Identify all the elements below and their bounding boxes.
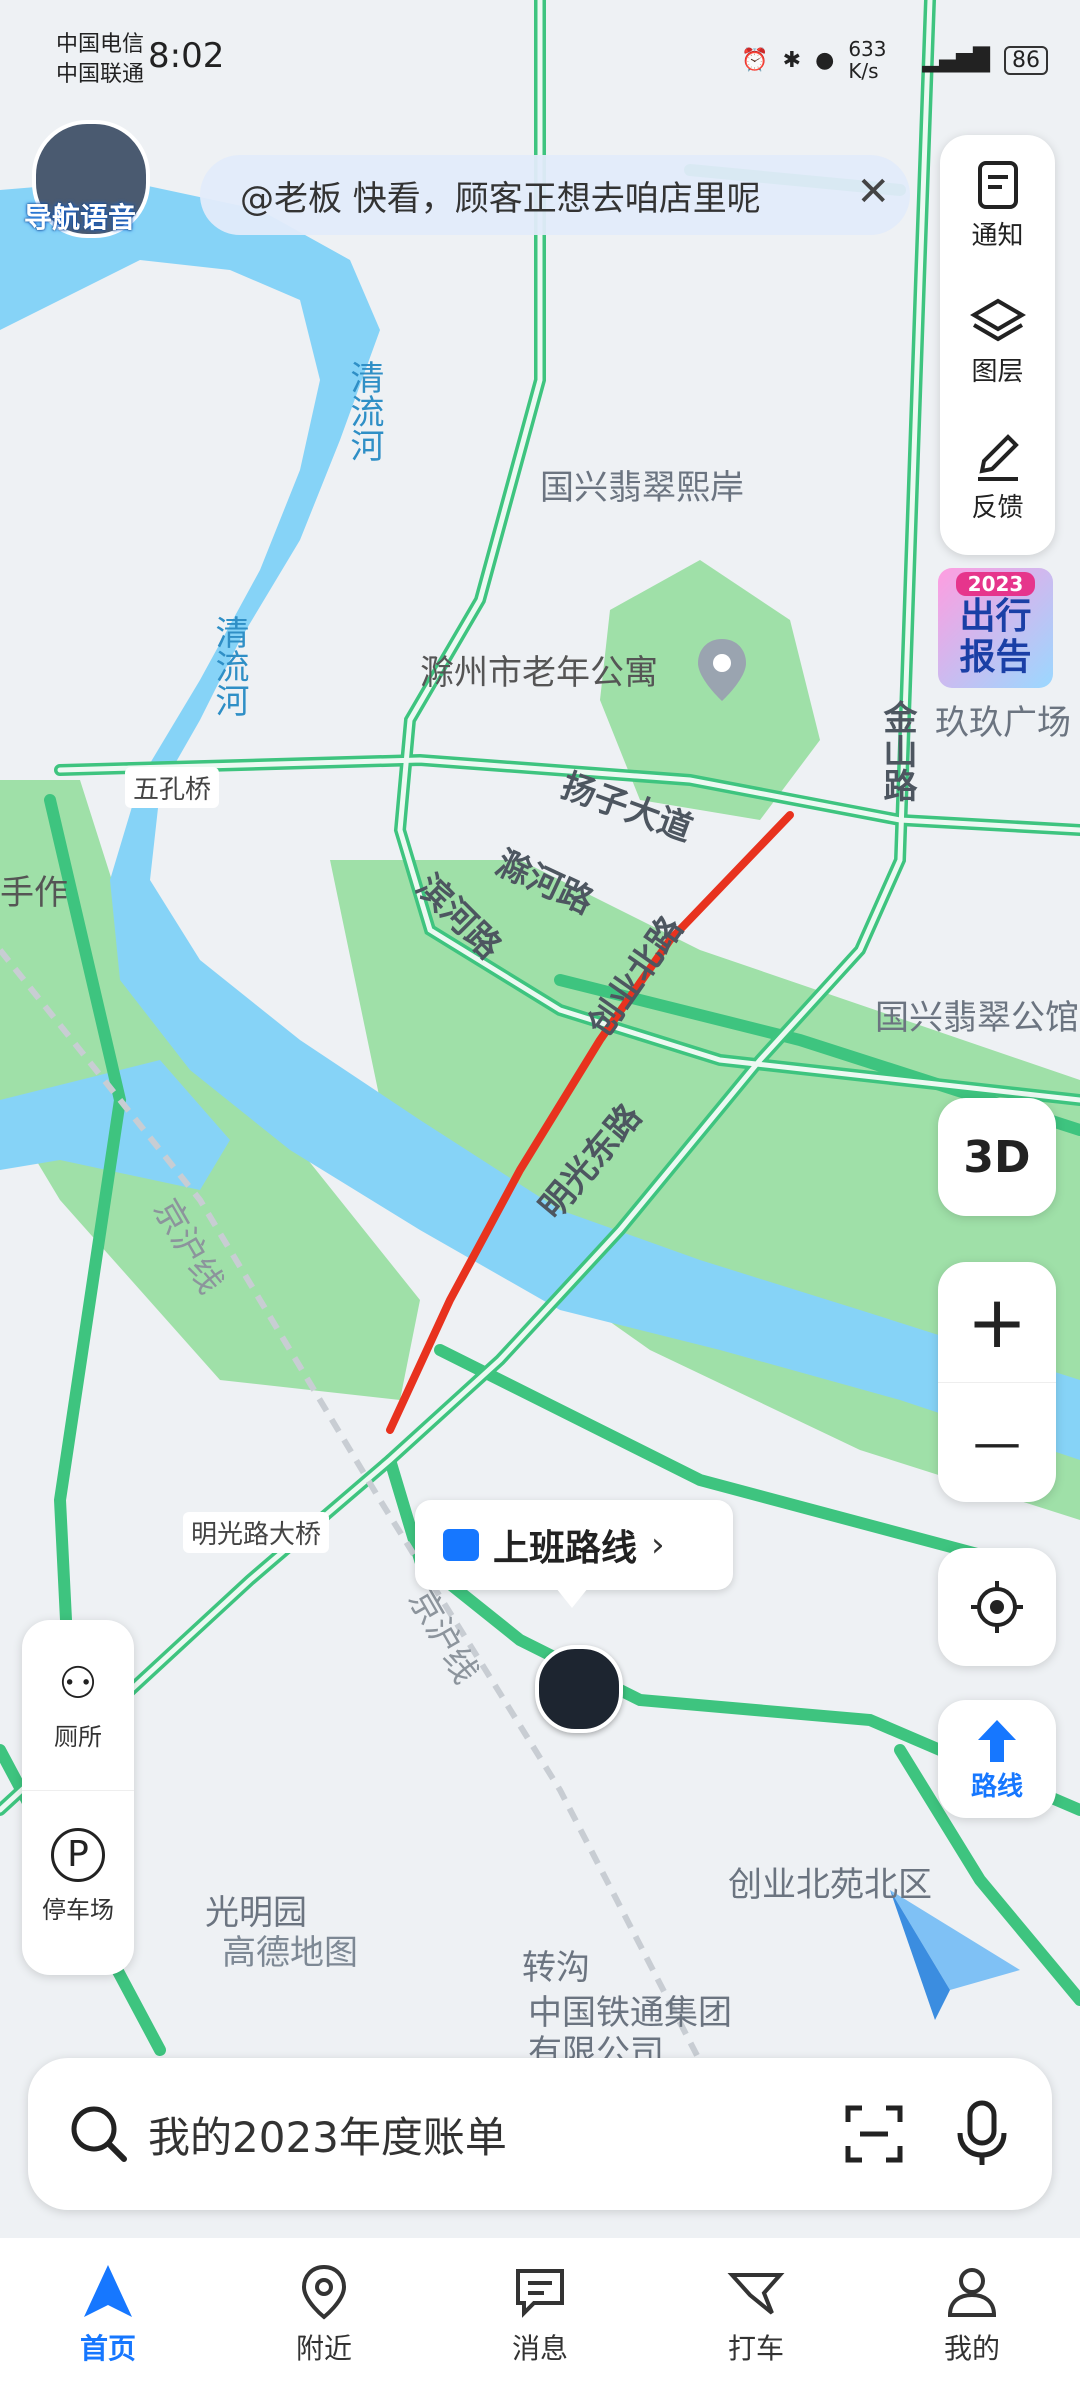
map-label-poi[interactable]: 创业北苑北区 <box>728 1857 932 1906</box>
map-label-poi[interactable]: 国兴翡翠公馆 <box>875 990 1079 1039</box>
toilet-button[interactable]: ⚇ 厕所 <box>22 1620 134 1791</box>
location-pin-icon <box>301 2264 347 2320</box>
promo-line2: 报告 <box>959 637 1032 678</box>
notice-icon <box>977 160 1018 209</box>
map-label-poi: 转沟 <box>522 1948 590 1988</box>
battery-icon: 86 <box>1004 45 1048 75</box>
tab-taxi-label: 打车 <box>727 2331 784 2365</box>
route-button[interactable]: 路线 <box>938 1700 1056 1818</box>
zoom-control: + — <box>938 1262 1056 1502</box>
travel-report-promo[interactable]: 2023 出行 报告 <box>938 568 1053 688</box>
merchant-banner[interactable]: @老板 快看，顾客正想去咱店里呢 ✕ <box>200 155 910 235</box>
toilet-icon: ⚇ <box>58 1658 98 1709</box>
zoom-out-button[interactable]: — <box>938 1383 1056 1503</box>
map-watermark: 高德地图 <box>222 1933 358 1973</box>
tab-nearby[interactable]: 附近 <box>216 2238 432 2389</box>
briefcase-icon <box>443 1529 479 1561</box>
parking-icon: P <box>51 1827 105 1882</box>
close-icon[interactable]: ✕ <box>856 169 890 215</box>
route-label: 路线 <box>970 1771 1023 1802</box>
taxi-flag-icon <box>727 2272 785 2315</box>
search-placeholder: 我的2023年度账单 <box>148 2112 507 2162</box>
search-bar[interactable]: 我的2023年度账单 <box>28 2058 1052 2210</box>
notice-label: 通知 <box>971 220 1024 251</box>
tab-messages[interactable]: 消息 <box>432 2238 648 2389</box>
layers-button[interactable]: 图层 <box>940 271 1055 407</box>
3d-label: 3D <box>963 1131 1031 1183</box>
promo-line1: 出行 <box>959 596 1032 637</box>
tab-home[interactable]: 首页 <box>0 2238 216 2389</box>
scan-icon[interactable] <box>842 2102 906 2166</box>
3d-button[interactable]: 3D <box>938 1098 1056 1216</box>
facility-panel: ⚇ 厕所 P 停车场 <box>22 1620 134 1975</box>
tab-home-label: 首页 <box>79 2331 136 2365</box>
feedback-button[interactable]: 反馈 <box>940 407 1055 543</box>
carrier-2: 中国联通 <box>56 62 145 87</box>
bluetooth-icon: ✱ <box>782 47 802 73</box>
tab-profile[interactable]: 我的 <box>864 2238 1080 2389</box>
status-time: 8:02 <box>148 36 225 76</box>
navigation-arrow-icon <box>84 2264 132 2317</box>
map-label-river: 清流河 <box>209 615 249 717</box>
tab-taxi[interactable]: 打车 <box>648 2238 864 2389</box>
tab-messages-label: 消息 <box>511 2331 568 2365</box>
commute-label: 上班路线 <box>493 1528 638 1569</box>
search-icon <box>71 2106 127 2162</box>
tool-panel: 通知 图层 反馈 <box>940 135 1055 555</box>
signal-icon: ▂▄▆█ <box>922 47 990 73</box>
zoom-in-button[interactable]: + <box>938 1262 1056 1383</box>
location-icon: ● <box>815 47 835 73</box>
locate-button[interactable] <box>938 1548 1056 1666</box>
map-label-poi[interactable]: 国兴翡翠熙岸 <box>540 460 744 509</box>
map-label-road: 金山路 <box>877 700 917 802</box>
bottom-tab-bar: 首页 附近 消息 打车 我的 <box>0 2238 1080 2389</box>
status-icons: ⏰ ✱ ● 633 K/s ▂▄▆█ 86 <box>741 38 1048 82</box>
status-bar: 中国电信 中国联通 8:02 ⏰ ✱ ● 633 K/s ▂▄▆█ 86 <box>0 28 1080 118</box>
commute-route-bubble[interactable]: 上班路线 › <box>415 1500 733 1590</box>
banner-text: @老板 快看，顾客正想去咱店里呢 <box>240 178 761 219</box>
map-label-river: 清流河 <box>344 360 384 462</box>
promo-year: 2023 <box>956 572 1035 596</box>
parking-button[interactable]: P 停车场 <box>22 1791 134 1961</box>
voice-badge-label[interactable]: 导航语音 <box>24 196 136 236</box>
chevron-right-icon: › <box>651 1525 665 1565</box>
bubble-pointer <box>556 1588 588 1608</box>
user-icon <box>947 2267 997 2317</box>
notice-button[interactable]: 通知 <box>940 135 1055 271</box>
layers-label: 图层 <box>971 356 1024 387</box>
alarm-icon: ⏰ <box>741 47 769 73</box>
carrier-1: 中国电信 <box>56 32 145 57</box>
net-speed: 633 K/s <box>848 37 887 83</box>
parking-label: 停车场 <box>42 1895 114 1924</box>
map-label-poi: 手作 <box>0 873 68 913</box>
map-label-bridge: 五孔桥 <box>125 767 220 808</box>
tab-nearby-label: 附近 <box>295 2331 352 2365</box>
message-icon <box>516 2268 564 2318</box>
pencil-icon <box>977 433 1019 481</box>
carrier-info: 中国电信 中国联通 <box>56 30 144 90</box>
layers-icon <box>969 298 1026 341</box>
route-arrow-icon <box>978 1719 1016 1762</box>
map-label-bridge: 明光路大桥 <box>183 1512 330 1553</box>
tab-profile-label: 我的 <box>943 2331 1000 2365</box>
toilet-label: 厕所 <box>54 1723 102 1751</box>
map-label-poi[interactable]: 滁州市老年公寓 <box>420 645 658 694</box>
current-location-marker <box>535 1645 623 1733</box>
locate-icon <box>971 1581 1023 1633</box>
feedback-label: 反馈 <box>971 492 1024 523</box>
map-label-poi[interactable]: 玖玖广场 <box>935 695 1071 744</box>
microphone-icon[interactable] <box>952 2099 1012 2169</box>
